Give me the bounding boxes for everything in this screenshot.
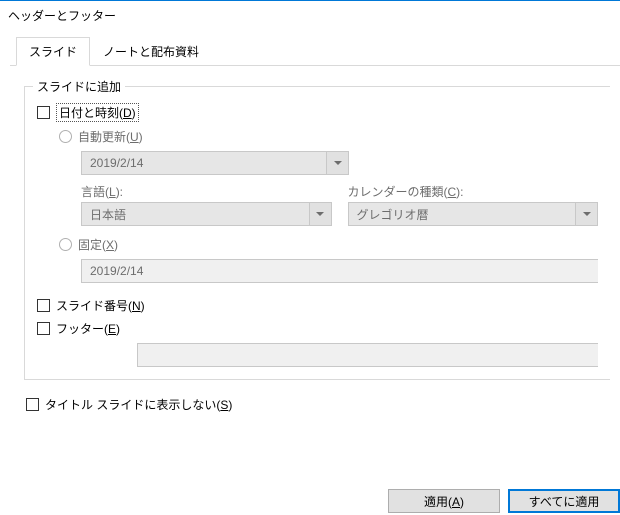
combo-language-btn[interactable] (309, 203, 331, 225)
label-auto-update: 自動更新(U) (78, 128, 143, 145)
row-datetime: 日付と時刻(D) (37, 103, 598, 122)
checkbox-hide-title-slide[interactable] (26, 398, 39, 411)
button-bar: 適用(A) すべてに適用 (388, 489, 620, 513)
row-auto-update: 自動更新(U) (59, 128, 598, 145)
textbox-fixed-date-value: 2019/2/14 (90, 264, 143, 278)
combo-language-value: 日本語 (82, 206, 309, 223)
apply-all-button[interactable]: すべてに適用 (508, 489, 620, 513)
row-footer: フッター(E) (37, 320, 598, 337)
combo-date-format-btn[interactable] (326, 152, 348, 174)
checkbox-footer[interactable] (37, 322, 50, 335)
combo-calendar-type-btn[interactable] (575, 203, 597, 225)
chevron-down-icon (583, 212, 591, 216)
radio-auto-update[interactable] (59, 130, 72, 143)
label-footer: フッター(E) (56, 320, 120, 337)
tab-slide[interactable]: スライド (16, 37, 90, 66)
apply-button-label: 適用(A) (424, 493, 464, 510)
combo-calendar-type-value: グレゴリオ暦 (349, 206, 576, 223)
apply-all-button-label: すべてに適用 (529, 493, 600, 510)
textbox-fixed-date[interactable]: 2019/2/14 (81, 259, 598, 283)
tab-notes-handouts[interactable]: ノートと配布資料 (90, 37, 212, 66)
label-fixed: 固定(X) (78, 236, 118, 253)
textbox-footer[interactable] (137, 343, 598, 367)
label-slide-number: スライド番号(N) (56, 297, 145, 314)
tab-notes-label: ノートと配布資料 (103, 45, 199, 59)
titlebar: ヘッダーとフッター (0, 0, 620, 30)
row-fixed: 固定(X) (59, 236, 598, 253)
chevron-down-icon (316, 212, 324, 216)
combo-calendar-type[interactable]: グレゴリオ暦 (348, 202, 599, 226)
group-add-to-slide: スライドに追加 日付と時刻(D) 自動更新(U) (24, 86, 610, 380)
label-language: 言語(L): (81, 185, 123, 199)
apply-button[interactable]: 適用(A) (388, 489, 500, 513)
window-title: ヘッダーとフッター (8, 7, 116, 24)
combo-date-format[interactable]: 2019/2/14 (81, 151, 349, 175)
combo-date-format-value: 2019/2/14 (82, 156, 326, 170)
row-slide-number: スライド番号(N) (37, 297, 598, 314)
label-hide-title-slide: タイトル スライドに表示しない(S) (45, 396, 232, 413)
label-datetime: 日付と時刻(D) (56, 103, 139, 122)
combo-language[interactable]: 日本語 (81, 202, 332, 226)
tabstrip: スライド ノートと配布資料 (16, 40, 620, 66)
row-hide-title-slide: タイトル スライドに表示しない(S) (26, 396, 610, 413)
group-title: スライドに追加 (33, 78, 125, 95)
chevron-down-icon (334, 161, 342, 165)
label-calendar-type: カレンダーの種類(C): (348, 185, 464, 199)
tab-slide-label: スライド (29, 45, 77, 59)
radio-fixed[interactable] (59, 238, 72, 251)
checkbox-slide-number[interactable] (37, 299, 50, 312)
checkbox-datetime[interactable] (37, 106, 50, 119)
